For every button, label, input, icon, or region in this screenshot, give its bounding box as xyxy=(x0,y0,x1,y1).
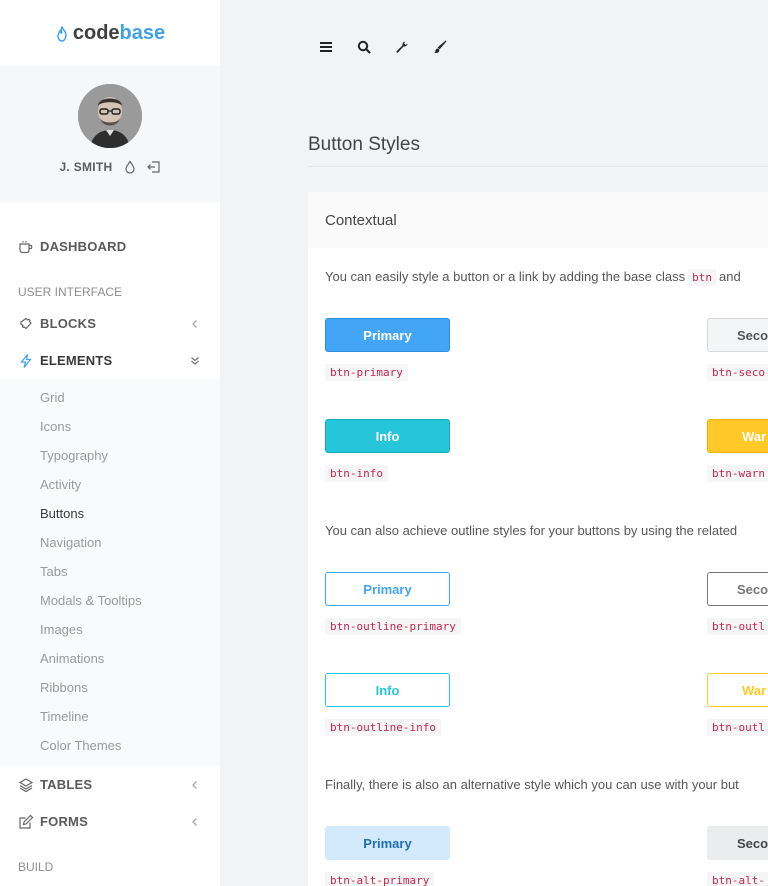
header-toolbar xyxy=(317,38,469,56)
sidebar-subitem-images[interactable]: Images xyxy=(0,615,220,644)
sidebar-subitem-modals-tooltips[interactable]: Modals & Tooltips xyxy=(0,586,220,615)
description-outline: You can also achieve outline styles for … xyxy=(325,523,738,538)
class-label-primary: btn-primary xyxy=(325,364,408,381)
edit-icon xyxy=(18,814,34,830)
sidebar-nav: DASHBOARD USER INTERFACE BLOCKS ELEMENTS… xyxy=(0,202,220,880)
inline-code-btn: btn xyxy=(688,269,717,286)
cup-icon xyxy=(18,239,34,255)
outline-info-button[interactable]: Info xyxy=(325,673,450,707)
description-alternative: Finally, there is also an alternative st… xyxy=(325,777,739,792)
content-block-contextual: Contextual You can easily style a button… xyxy=(308,192,768,886)
elements-submenu: Grid Icons Typography Activity Buttons N… xyxy=(0,379,220,766)
sidebar-item-dashboard[interactable]: DASHBOARD xyxy=(0,228,220,265)
block-title: Contextual xyxy=(308,192,768,248)
wrench-icon[interactable] xyxy=(393,38,411,56)
desc-text-after: and xyxy=(719,269,741,284)
puzzle-icon xyxy=(18,316,34,332)
primary-button[interactable]: Primary xyxy=(325,318,450,352)
sidebar-subitem-navigation[interactable]: Navigation xyxy=(0,528,220,557)
class-label-outline-info: btn-outline-info xyxy=(325,719,441,736)
flame-icon xyxy=(55,25,69,42)
class-label-outline-secondary: btn-outl xyxy=(707,618,768,635)
description-base-class: You can easily style a button or a link … xyxy=(325,269,741,286)
paintbrush-icon[interactable] xyxy=(431,38,449,56)
secondary-button[interactable]: Secon xyxy=(707,318,768,352)
sidebar-subitem-grid[interactable]: Grid xyxy=(0,383,220,412)
sidebar-item-blocks[interactable]: BLOCKS xyxy=(0,305,220,342)
sidebar-item-label: BLOCKS xyxy=(40,316,97,331)
outline-warning-button[interactable]: War xyxy=(707,673,768,707)
brand-code: code xyxy=(72,21,120,44)
sidebar-subitem-tabs[interactable]: Tabs xyxy=(0,557,220,586)
alt-primary-button[interactable]: Primary xyxy=(325,826,450,860)
class-label-info: btn-info xyxy=(325,465,388,482)
class-label-alt-secondary: btn-alt- xyxy=(707,872,768,886)
sidebar-item-label: ELEMENTS xyxy=(40,353,113,368)
warning-button[interactable]: War xyxy=(707,419,768,453)
sidebar-item-tables[interactable]: TABLES xyxy=(0,766,220,803)
title-divider xyxy=(308,166,768,167)
sidebar-subitem-color-themes[interactable]: Color Themes xyxy=(0,731,220,760)
sidebar-subitem-buttons[interactable]: Buttons xyxy=(0,499,220,528)
chevron-left-icon xyxy=(190,319,200,329)
lightning-icon xyxy=(18,353,34,369)
main-content: Button Styles Contextual You can easily … xyxy=(220,0,768,886)
user-name[interactable]: J. SMITH xyxy=(59,160,112,174)
chevron-left-icon xyxy=(190,780,200,790)
chevron-left-icon xyxy=(190,817,200,827)
sidebar-subitem-ribbons[interactable]: Ribbons xyxy=(0,673,220,702)
page-title: Button Styles xyxy=(308,134,420,155)
class-label-secondary: btn-seco xyxy=(707,364,768,381)
outline-secondary-button[interactable]: Secon xyxy=(707,572,768,606)
search-icon[interactable] xyxy=(355,38,373,56)
sidebar-item-label: FORMS xyxy=(40,814,88,829)
desc-text: You can easily style a button or a link … xyxy=(325,269,686,284)
user-row: J. SMITH xyxy=(59,160,160,174)
user-panel: J. SMITH xyxy=(0,66,220,202)
class-label-outline-warning: btn-outl xyxy=(707,719,768,736)
layers-icon xyxy=(18,777,34,793)
droplet-icon[interactable] xyxy=(123,160,137,174)
sidebar: code base J. SMITH DASHBOARD USER INTERF… xyxy=(0,0,220,886)
brand-logo[interactable]: code base xyxy=(0,0,220,66)
avatar[interactable] xyxy=(78,84,142,148)
class-label-alt-primary: btn-alt-primary xyxy=(325,872,435,886)
sidebar-subitem-icons[interactable]: Icons xyxy=(0,412,220,441)
sidebar-subitem-activity[interactable]: Activity xyxy=(0,470,220,499)
info-button[interactable]: Info xyxy=(325,419,450,453)
sidebar-subitem-animations[interactable]: Animations xyxy=(0,644,220,673)
alt-secondary-button[interactable]: Secon xyxy=(707,826,768,860)
brand-base: base xyxy=(119,21,166,44)
sidebar-item-elements[interactable]: ELEMENTS xyxy=(0,342,220,379)
class-label-outline-primary: btn-outline-primary xyxy=(325,618,461,635)
nav-heading-build: BUILD xyxy=(18,860,54,874)
class-label-warning: btn-warn xyxy=(707,465,768,482)
sidebar-item-label: DASHBOARD xyxy=(40,239,127,254)
nav-heading-user-interface: USER INTERFACE xyxy=(18,285,123,299)
menu-icon[interactable] xyxy=(317,38,335,56)
sidebar-subitem-timeline[interactable]: Timeline xyxy=(0,702,220,731)
outline-primary-button[interactable]: Primary xyxy=(325,572,450,606)
sidebar-item-label: TABLES xyxy=(40,777,93,792)
chevron-double-down-icon xyxy=(190,356,200,366)
sidebar-item-forms[interactable]: FORMS xyxy=(0,803,220,840)
logout-icon[interactable] xyxy=(146,160,161,174)
sidebar-subitem-typography[interactable]: Typography xyxy=(0,441,220,470)
